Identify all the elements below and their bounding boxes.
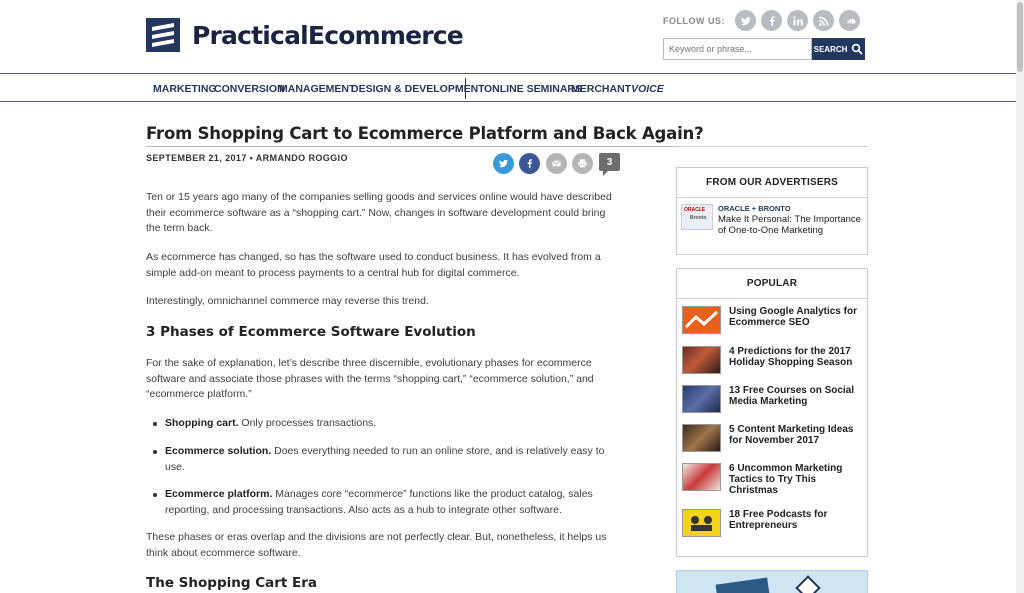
list-item: Ecommerce solution. Does everything need… <box>0 444 640 476</box>
page-scrollbar[interactable] <box>1016 0 1024 593</box>
nav-item-online-seminars[interactable]: ONLINE SEMINARS <box>484 83 582 95</box>
article-title: From Shopping Cart to Ecommerce Platform… <box>146 124 704 143</box>
twitter-icon[interactable] <box>735 10 756 31</box>
popular-thumbnail <box>682 306 721 334</box>
nav-item-merchant-voice[interactable]: MERCHANTVOICE <box>571 83 664 95</box>
list-item-text: Shopping cart. Only processes transactio… <box>165 416 620 432</box>
popular-thumbnail <box>682 385 721 413</box>
follow-us: FOLLOW US: <box>663 10 860 31</box>
list-item: Ecommerce platform. Manages core “ecomme… <box>0 487 640 519</box>
follow-label: FOLLOW US: <box>663 15 725 26</box>
scrollbar-thumb[interactable] <box>1017 2 1023 72</box>
list-item-term: Ecommerce solution. <box>165 445 272 457</box>
paragraph: For the sake of explanation, let’s descr… <box>146 357 594 400</box>
share-twitter-icon[interactable] <box>493 153 514 174</box>
search-icon <box>852 43 864 55</box>
advertiser-thumbnail: ORACLE Bronto <box>681 204 713 230</box>
share-facebook-icon[interactable] <box>519 153 540 174</box>
soundcloud-icon[interactable] <box>839 10 860 31</box>
nav-voice-label: VOICE <box>631 83 664 95</box>
popular-thumbnail <box>682 509 721 537</box>
sidebar-divider <box>676 146 868 147</box>
nav-merchant-label: MERCHANT <box>571 83 632 95</box>
search-button-label: SEARCH <box>813 44 848 54</box>
popular-item-title[interactable]: 6 Uncommon Marketing Tactics to Try This… <box>729 463 865 496</box>
search-input[interactable] <box>663 38 812 60</box>
popular-heading: POPULAR <box>677 269 867 299</box>
popular-box: POPULAR Using Google Analytics for Ecomm… <box>676 268 868 557</box>
list-item-text: Ecommerce platform. Manages core “ecomme… <box>165 487 620 518</box>
popular-item-title[interactable]: Using Google Analytics for Ecommerce SEO <box>729 306 865 329</box>
list-item-term: Ecommerce platform. <box>165 488 273 500</box>
advertiser-brand[interactable]: ORACLE + BRONTO <box>718 204 791 213</box>
logo-text: PracticalEcommerce <box>192 20 464 50</box>
main-nav: MARKETING CONVERSION MANAGEMENT DESIGN &… <box>0 75 1016 102</box>
thumb-oracle-label: ORACLE <box>684 207 706 213</box>
comment-count-badge[interactable]: 3 <box>599 153 620 176</box>
popular-item-title[interactable]: 5 Content Marketing Ideas for November 2… <box>729 424 865 447</box>
section-heading: The Shopping Cart Era <box>146 575 318 591</box>
facebook-icon[interactable] <box>761 10 782 31</box>
popular-item-title[interactable]: 4 Predictions for the 2017 Holiday Shopp… <box>729 346 865 369</box>
paragraph: Ten or 15 years ago many of the companie… <box>146 191 612 234</box>
article-byline: SEPTEMBER 21, 2017 • ARMANDO ROGGIO <box>146 153 348 163</box>
popular-thumbnail <box>682 463 721 491</box>
paragraph: As ecommerce has changed, so has the sof… <box>146 251 601 279</box>
list-item-term: Shopping cart. <box>165 417 239 429</box>
list-item: Shopping cart. Only processes transactio… <box>0 416 640 432</box>
site-logo[interactable]: PracticalEcommerce <box>146 18 464 52</box>
thumb-bronto-label: Bronto <box>690 215 707 221</box>
share-email-icon[interactable] <box>546 153 567 174</box>
section-heading: 3 Phases of Ecommerce Software Evolution <box>146 324 476 340</box>
advertisers-box: FROM OUR ADVERTISERS ORACLE Bronto ORACL… <box>676 167 868 255</box>
nav-divider <box>465 78 466 99</box>
promo-banner[interactable] <box>676 570 868 593</box>
promo-graphic <box>715 577 771 593</box>
popular-item-title[interactable]: 13 Free Courses on Social Media Marketin… <box>729 385 865 408</box>
nav-item-conversion[interactable]: CONVERSION <box>214 83 285 95</box>
site-header: PracticalEcommerce FOLLOW US: SEARCH <box>0 0 1016 74</box>
paragraph: Interestingly, omnichannel commerce may … <box>146 295 429 307</box>
bullet <box>153 422 157 426</box>
advertiser-title[interactable]: Make It Personal: The Importance of One-… <box>718 214 863 236</box>
rss-icon[interactable] <box>813 10 834 31</box>
share-print-icon[interactable] <box>572 153 593 174</box>
popular-thumbnail <box>682 346 721 374</box>
search-button[interactable]: SEARCH <box>812 38 865 60</box>
list-item-text: Ecommerce solution. Does everything need… <box>165 444 620 475</box>
bullet <box>153 493 157 497</box>
advertisers-heading: FROM OUR ADVERTISERS <box>677 168 867 198</box>
promo-logo-icon <box>795 575 821 593</box>
bullet <box>153 450 157 454</box>
nav-item-marketing[interactable]: MARKETING <box>153 83 217 95</box>
list-item-desc: Only processes transactions. <box>238 417 377 429</box>
linkedin-icon[interactable] <box>787 10 808 31</box>
popular-thumbnail <box>682 424 721 452</box>
popular-item-title[interactable]: 18 Free Podcasts for Entrepreneurs <box>729 509 865 532</box>
logo-mark-icon <box>146 18 180 52</box>
search-form: SEARCH <box>663 38 865 60</box>
paragraph: These phases or eras overlap and the div… <box>146 531 607 559</box>
nav-item-management[interactable]: MANAGEMENT <box>279 83 355 95</box>
